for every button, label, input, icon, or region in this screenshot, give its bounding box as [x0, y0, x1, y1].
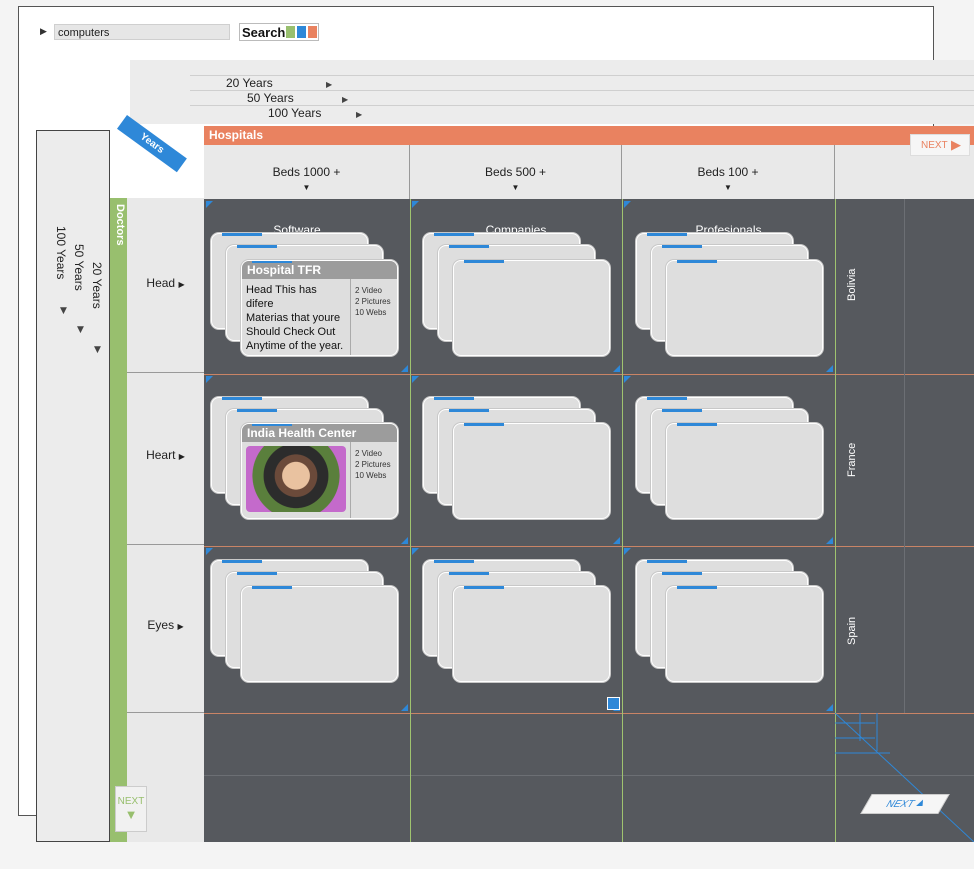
country-france[interactable]: France: [846, 443, 858, 477]
side-years-option-50[interactable]: 50 Years: [72, 244, 86, 291]
next-down-icon: ▼: [124, 807, 138, 822]
search-input[interactable]: computers: [54, 24, 230, 40]
result-card-stack[interactable]: [666, 260, 823, 356]
years-100-arrow-icon[interactable]: ▶: [356, 110, 362, 119]
card-stats: 2 Video 2 Pictures 10 Webs: [350, 279, 397, 355]
doctors-label: Doctors: [114, 204, 126, 246]
card-stats: 2 Video 2 Pictures 10 Webs: [350, 442, 397, 518]
corner-marker-icon: [613, 537, 620, 544]
card-photo: [246, 446, 346, 512]
years-option-100[interactable]: 100 Years: [268, 106, 321, 120]
country-bolivia[interactable]: Bolivia: [846, 269, 858, 301]
result-card-stack[interactable]: [241, 586, 398, 682]
corner-marker-icon: [206, 548, 213, 555]
country-spain[interactable]: Spain: [846, 617, 858, 645]
card-body: Head This has difere Materias that youre…: [246, 284, 344, 352]
result-card-stack[interactable]: [453, 423, 610, 519]
corner-marker-icon: [613, 365, 620, 372]
beds-header-row: Beds 1000 + ▼ Beds 500 + ▼ Beds 100 + ▼: [204, 145, 974, 199]
doctors-bar: [110, 198, 127, 842]
column-1000-arrow-icon: ▼: [302, 183, 311, 192]
search-button[interactable]: Search: [239, 23, 319, 41]
corner-marker-icon: [826, 365, 833, 372]
corner-marker-icon: [412, 201, 419, 208]
blue-swatch-icon: [297, 26, 306, 38]
hospitals-bar: [204, 126, 974, 145]
side-years-50-arrow-icon[interactable]: ▼: [77, 325, 84, 335]
years-50-arrow-icon[interactable]: ▶: [342, 95, 348, 104]
row-head[interactable]: Head ▶: [127, 198, 204, 373]
corner-marker-icon: [412, 376, 419, 383]
corner-marker-icon: [624, 548, 631, 555]
column-100-arrow-icon: ▼: [724, 183, 732, 192]
corner-marker-icon: [826, 704, 833, 711]
row-labels: Head ▶ Heart ▶ Eyes ▶: [127, 198, 204, 842]
hospitals-next-button[interactable]: NEXT ▶: [910, 134, 970, 156]
green-swatch-icon: [286, 26, 295, 38]
side-years-100-arrow-icon[interactable]: ▼: [60, 306, 67, 316]
corner-marker-icon: [624, 376, 631, 383]
search-button-label: Search: [242, 25, 286, 40]
column-beds-1000[interactable]: Beds 1000 + ▼: [204, 145, 410, 199]
card-title: India Health Center: [242, 424, 397, 442]
bottom-next-button[interactable]: NEXT ▲: [860, 794, 950, 814]
column-beds-500[interactable]: Beds 500 + ▼: [410, 145, 622, 199]
years-option-20[interactable]: 20 Years: [226, 76, 273, 90]
corner-marker-icon: [624, 201, 631, 208]
corner-marker-icon: [401, 537, 408, 544]
years-side-face: [36, 130, 110, 842]
side-years-option-20[interactable]: 20 Years: [90, 262, 104, 309]
row-heart[interactable]: Heart ▶: [127, 373, 204, 545]
corner-marker-icon: [412, 548, 419, 555]
expand-icon[interactable]: [607, 697, 620, 710]
row-heart-arrow-icon: ▶: [178, 452, 185, 461]
hospitals-label: Hospitals: [209, 128, 264, 142]
orange-swatch-icon: [308, 26, 317, 38]
years-20-arrow-icon[interactable]: ▶: [326, 80, 332, 89]
next-right-icon: ▶: [951, 137, 961, 152]
row-head-arrow-icon: ▶: [178, 280, 185, 289]
corner-marker-icon: [206, 201, 213, 208]
corner-marker-icon: [206, 376, 213, 383]
corner-perspective-lines: [835, 713, 974, 842]
search-expand-icon[interactable]: ▶: [40, 27, 47, 37]
years-option-50[interactable]: 50 Years: [247, 91, 294, 105]
result-card-india-health-center[interactable]: India Health Center 2 Video 2 Pictures 1…: [241, 423, 398, 519]
corner-marker-icon: [826, 537, 833, 544]
result-card-hospital-tfr[interactable]: Hospital TFR Head This has difere Materi…: [241, 260, 398, 356]
corner-marker-icon: [401, 365, 408, 372]
corner-marker-icon: [401, 704, 408, 711]
result-card-stack[interactable]: [666, 586, 823, 682]
column-500-arrow-icon: ▼: [511, 183, 520, 192]
column-beds-100[interactable]: Beds 100 + ▼: [622, 145, 835, 199]
result-card-stack[interactable]: [453, 260, 610, 356]
side-years-option-100[interactable]: 100 Years: [54, 226, 68, 279]
doctors-next-button[interactable]: NEXT ▼: [115, 786, 147, 832]
result-card-stack[interactable]: [453, 586, 610, 682]
result-card-stack[interactable]: [666, 423, 823, 519]
side-years-20-arrow-icon[interactable]: ▼: [94, 345, 101, 355]
row-eyes[interactable]: Eyes ▶: [127, 545, 204, 713]
card-title: Hospital TFR: [242, 261, 397, 279]
results-grid: Bolivia France Spain Software Companies …: [204, 199, 974, 842]
row-eyes-arrow-icon: ▶: [177, 622, 184, 631]
